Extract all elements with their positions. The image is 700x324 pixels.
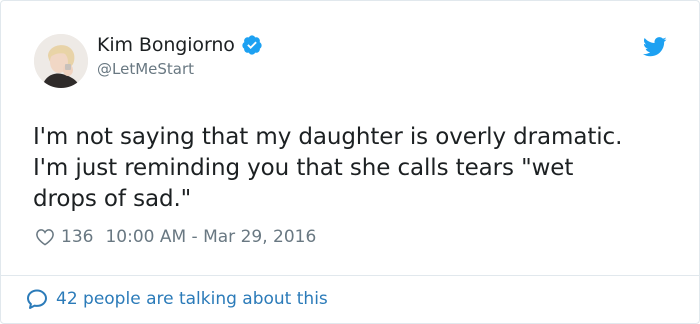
tweet-timestamp[interactable]: 10:00 AM - Mar 29, 2016 [105, 226, 316, 248]
twitter-bird-icon[interactable] [642, 37, 667, 57]
verified-badge-icon [241, 34, 263, 56]
tweet-text-line: I'm just reminding you that she calls te… [33, 155, 574, 181]
tweet-meta: 136 10:00 AM - Mar 29, 2016 [35, 226, 316, 248]
comment-bubble-icon [25, 287, 49, 311]
conversation-count-text: 42 people are talking about this [56, 289, 328, 309]
tweet-text-line: I'm not saying that my daughter is overl… [33, 124, 623, 150]
tweet-text: I'm not saying that my daughter is overl… [33, 122, 673, 215]
author-name-row: Kim Bongiorno [97, 33, 263, 57]
author-name[interactable]: Kim Bongiorno [97, 33, 235, 57]
avatar[interactable] [34, 34, 88, 88]
footer-divider [1, 275, 699, 276]
tweet-card: Kim Bongiorno @LetMeStart I'm not saying… [0, 0, 700, 324]
avatar-photo [34, 34, 88, 88]
author-handle[interactable]: @LetMeStart [97, 60, 194, 78]
tweet-text-line: drops of sad." [33, 186, 192, 212]
heart-icon[interactable] [35, 227, 55, 247]
conversation-link[interactable]: 42 people are talking about this [25, 287, 328, 311]
like-count[interactable]: 136 [61, 226, 93, 248]
